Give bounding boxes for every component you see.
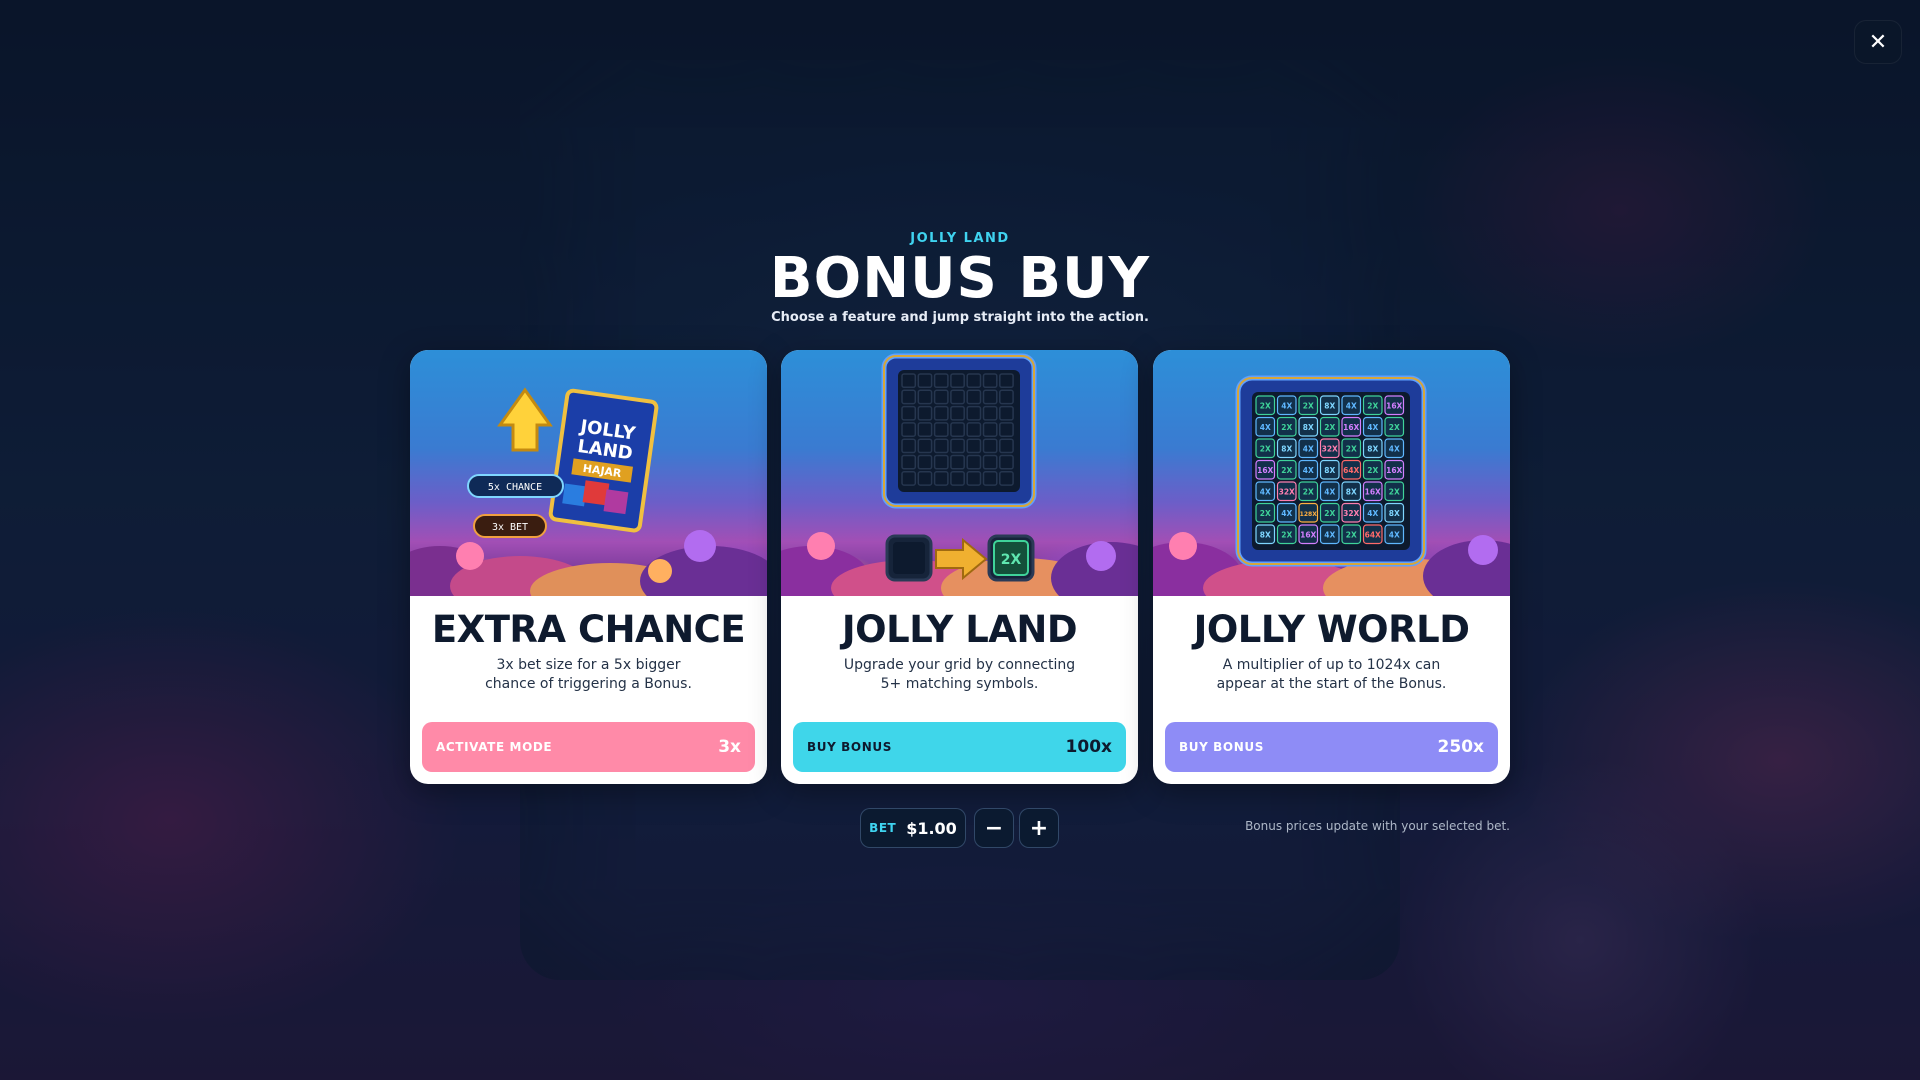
- multiplier-tile-label: 4X: [1260, 487, 1271, 496]
- multiplier-tile-label: 4X: [1389, 444, 1400, 453]
- multiplier-tile-label: 8X: [1367, 444, 1378, 453]
- multiplier-tile-label: 2X: [1346, 530, 1357, 539]
- multiplier-tile-label: 16X: [1386, 401, 1402, 410]
- button-label: BUY BONUS: [1179, 740, 1264, 754]
- button-price: 250x: [1437, 737, 1484, 757]
- card-extra-chance: JOLLY LAND HAJAR 5x CHANCE 3x BET EXTRA …: [410, 350, 767, 784]
- decrease-bet-button[interactable]: −: [974, 808, 1014, 848]
- multiplier-tile-label: 4X: [1367, 423, 1378, 432]
- minus-icon: −: [984, 815, 1004, 841]
- card-jolly-world: 2X 4X 2X 8X 4X 2X 16X 4X 2X 8X 2X 16X 4X 2X 2X 8X 4X 32X 2…: [1153, 350, 1510, 784]
- card-description: 3x bet size for a 5x bigger chance of tr…: [440, 656, 737, 694]
- multiplier-tile-label: 8X: [1281, 444, 1292, 453]
- multiplier-tile-label: 2X: [1260, 444, 1271, 453]
- multiplier-tile-label: 16X: [1257, 466, 1273, 475]
- close-icon: ✕: [1868, 29, 1888, 55]
- description-line: Upgrade your grid by connecting: [843, 657, 1076, 673]
- multiplier-tile-label: 4X: [1281, 401, 1292, 410]
- button-price: 100x: [1065, 737, 1112, 757]
- multiplier-tile-label: 2X: [1324, 509, 1335, 518]
- multiplier-tile-label: 2X: [1303, 401, 1314, 410]
- multiplier-tile-label: 2X: [1367, 466, 1378, 475]
- description-line: 3x bet size for a 5x bigger: [496, 657, 681, 673]
- multiplier-tile-label: 4X: [1281, 509, 1292, 518]
- jolly-land-artwork: 2X: [781, 350, 1138, 596]
- card-title: JOLLY LAND: [841, 608, 1078, 651]
- buy-bonus-jolly-world-button[interactable]: BUY BONUS 250x: [1165, 722, 1498, 772]
- increase-bet-button[interactable]: +: [1019, 808, 1059, 848]
- tag-5x-chance: 5x CHANCE: [488, 482, 542, 493]
- multiplier-tile-label: 4X: [1303, 444, 1314, 453]
- arrow-up-icon: [497, 387, 553, 452]
- multiplier-tile-label: 16X: [1300, 530, 1316, 539]
- multiplier-tile-label: 4X: [1367, 509, 1378, 518]
- card-description: A multiplier of up to 1024x can appear a…: [1183, 656, 1480, 694]
- description-line: 5+ matching symbols.: [880, 676, 1039, 692]
- button-label: BUY BONUS: [807, 740, 892, 754]
- card-title: EXTRA CHANCE: [431, 608, 746, 651]
- plus-icon: +: [1029, 815, 1049, 841]
- multiplier-tile-label: 8X: [1324, 401, 1335, 410]
- multiplier-tile-label: 16X: [1386, 466, 1402, 475]
- description-line: chance of triggering a Bonus.: [485, 676, 692, 692]
- multiplier-tile-label: 8X: [1389, 509, 1400, 518]
- multiplier-tile-label: 32X: [1322, 444, 1338, 453]
- multiplier-tile-label: 4X: [1346, 401, 1357, 410]
- button-label: ACTIVATE MODE: [436, 740, 553, 754]
- multiplier-tile-label: 8X: [1346, 487, 1357, 496]
- multiplier-tile-label: 2X: [1260, 401, 1271, 410]
- bonus-cards: JOLLY LAND HAJAR 5x CHANCE 3x BET EXTRA …: [410, 350, 1510, 785]
- multiplier-tile-label: 16X: [1365, 487, 1381, 496]
- multiplier-tile-label: 2X: [1389, 487, 1400, 496]
- bonus-pack-illustration: JOLLY LAND HAJAR 5x CHANCE 3x BET: [467, 387, 659, 538]
- multiplier-tile-label: 4X: [1303, 466, 1314, 475]
- multiplier-tile-label: 8X: [1260, 530, 1271, 539]
- multiplier-grid-illustration: 2X 4X 2X 8X 4X 2X 16X 4X 2X 8X 2X 16X 4X 2X 2X 8X 4X 32X 2…: [1235, 375, 1427, 567]
- multiplier-tile-label: 4X: [1260, 423, 1271, 432]
- arrow-right-icon: [935, 537, 988, 581]
- multiplier-tile-label: 4X: [1389, 530, 1400, 539]
- close-button[interactable]: ✕: [1854, 20, 1902, 64]
- empty-grid-illustration: 2X: [881, 353, 1037, 582]
- tag-3x-bet: 3x BET: [492, 522, 528, 533]
- multiplier-tile-label: 128X: [1300, 511, 1318, 518]
- multiplier-tile-label: 8X: [1324, 466, 1335, 475]
- bet-value: $1.00: [906, 818, 957, 838]
- buy-bonus-jolly-land-button[interactable]: BUY BONUS 100x: [793, 722, 1126, 772]
- multiplier-tile-label: 8X: [1303, 423, 1314, 432]
- multiplier-tile-label: 32X: [1343, 509, 1359, 518]
- bet-label: BET: [869, 821, 897, 835]
- multiplier-tile-label: 2X: [1281, 423, 1292, 432]
- description-line: appear at the start of the Bonus.: [1216, 676, 1447, 692]
- multiplier-tile-label: 2X: [1346, 444, 1357, 453]
- activate-mode-button[interactable]: ACTIVATE MODE 3x: [422, 722, 755, 772]
- extra-chance-artwork: JOLLY LAND HAJAR 5x CHANCE 3x BET: [410, 350, 767, 596]
- multiplier-tile-label: 2X: [1389, 423, 1400, 432]
- description-line: A multiplier of up to 1024x can: [1222, 657, 1441, 673]
- multiplier-tile-label: 2X: [1281, 530, 1292, 539]
- card-title: JOLLY WORLD: [1193, 608, 1470, 651]
- multiplier-tile-label: 4X: [1324, 530, 1335, 539]
- multiplier-tile-label: 2X: [1324, 423, 1335, 432]
- multiplier-tile-label: 4X: [1324, 487, 1335, 496]
- upgrade-tile-text: 2X: [1001, 552, 1022, 568]
- multiplier-tile-label: 16X: [1343, 423, 1359, 432]
- card-jolly-land: 2X JOLLY LAND Upgrade your grid by conne…: [781, 350, 1138, 784]
- game-name-label: JOLLY LAND: [910, 231, 1010, 246]
- button-price: 3x: [718, 737, 741, 757]
- page-subtitle: Choose a feature and jump straight into …: [771, 310, 1149, 325]
- multiplier-tile-label: 64X: [1343, 466, 1359, 475]
- card-description: Upgrade your grid by connecting 5+ match…: [811, 656, 1108, 694]
- jolly-world-artwork: 2X 4X 2X 8X 4X 2X 16X 4X 2X 8X 2X 16X 4X 2X 2X 8X 4X 32X 2…: [1153, 350, 1510, 596]
- multiplier-tile-label: 2X: [1260, 509, 1271, 518]
- multiplier-tile-label: 64X: [1365, 530, 1381, 539]
- bet-display: BET $1.00: [860, 808, 966, 848]
- page-title: BONUS BUY: [769, 246, 1151, 311]
- multiplier-tile-label: 2X: [1281, 466, 1292, 475]
- multiplier-tile-label: 32X: [1279, 487, 1295, 496]
- price-update-note: Bonus prices update with your selected b…: [1245, 819, 1510, 833]
- multiplier-tile-label: 2X: [1303, 487, 1314, 496]
- multiplier-tile-label: 2X: [1367, 401, 1378, 410]
